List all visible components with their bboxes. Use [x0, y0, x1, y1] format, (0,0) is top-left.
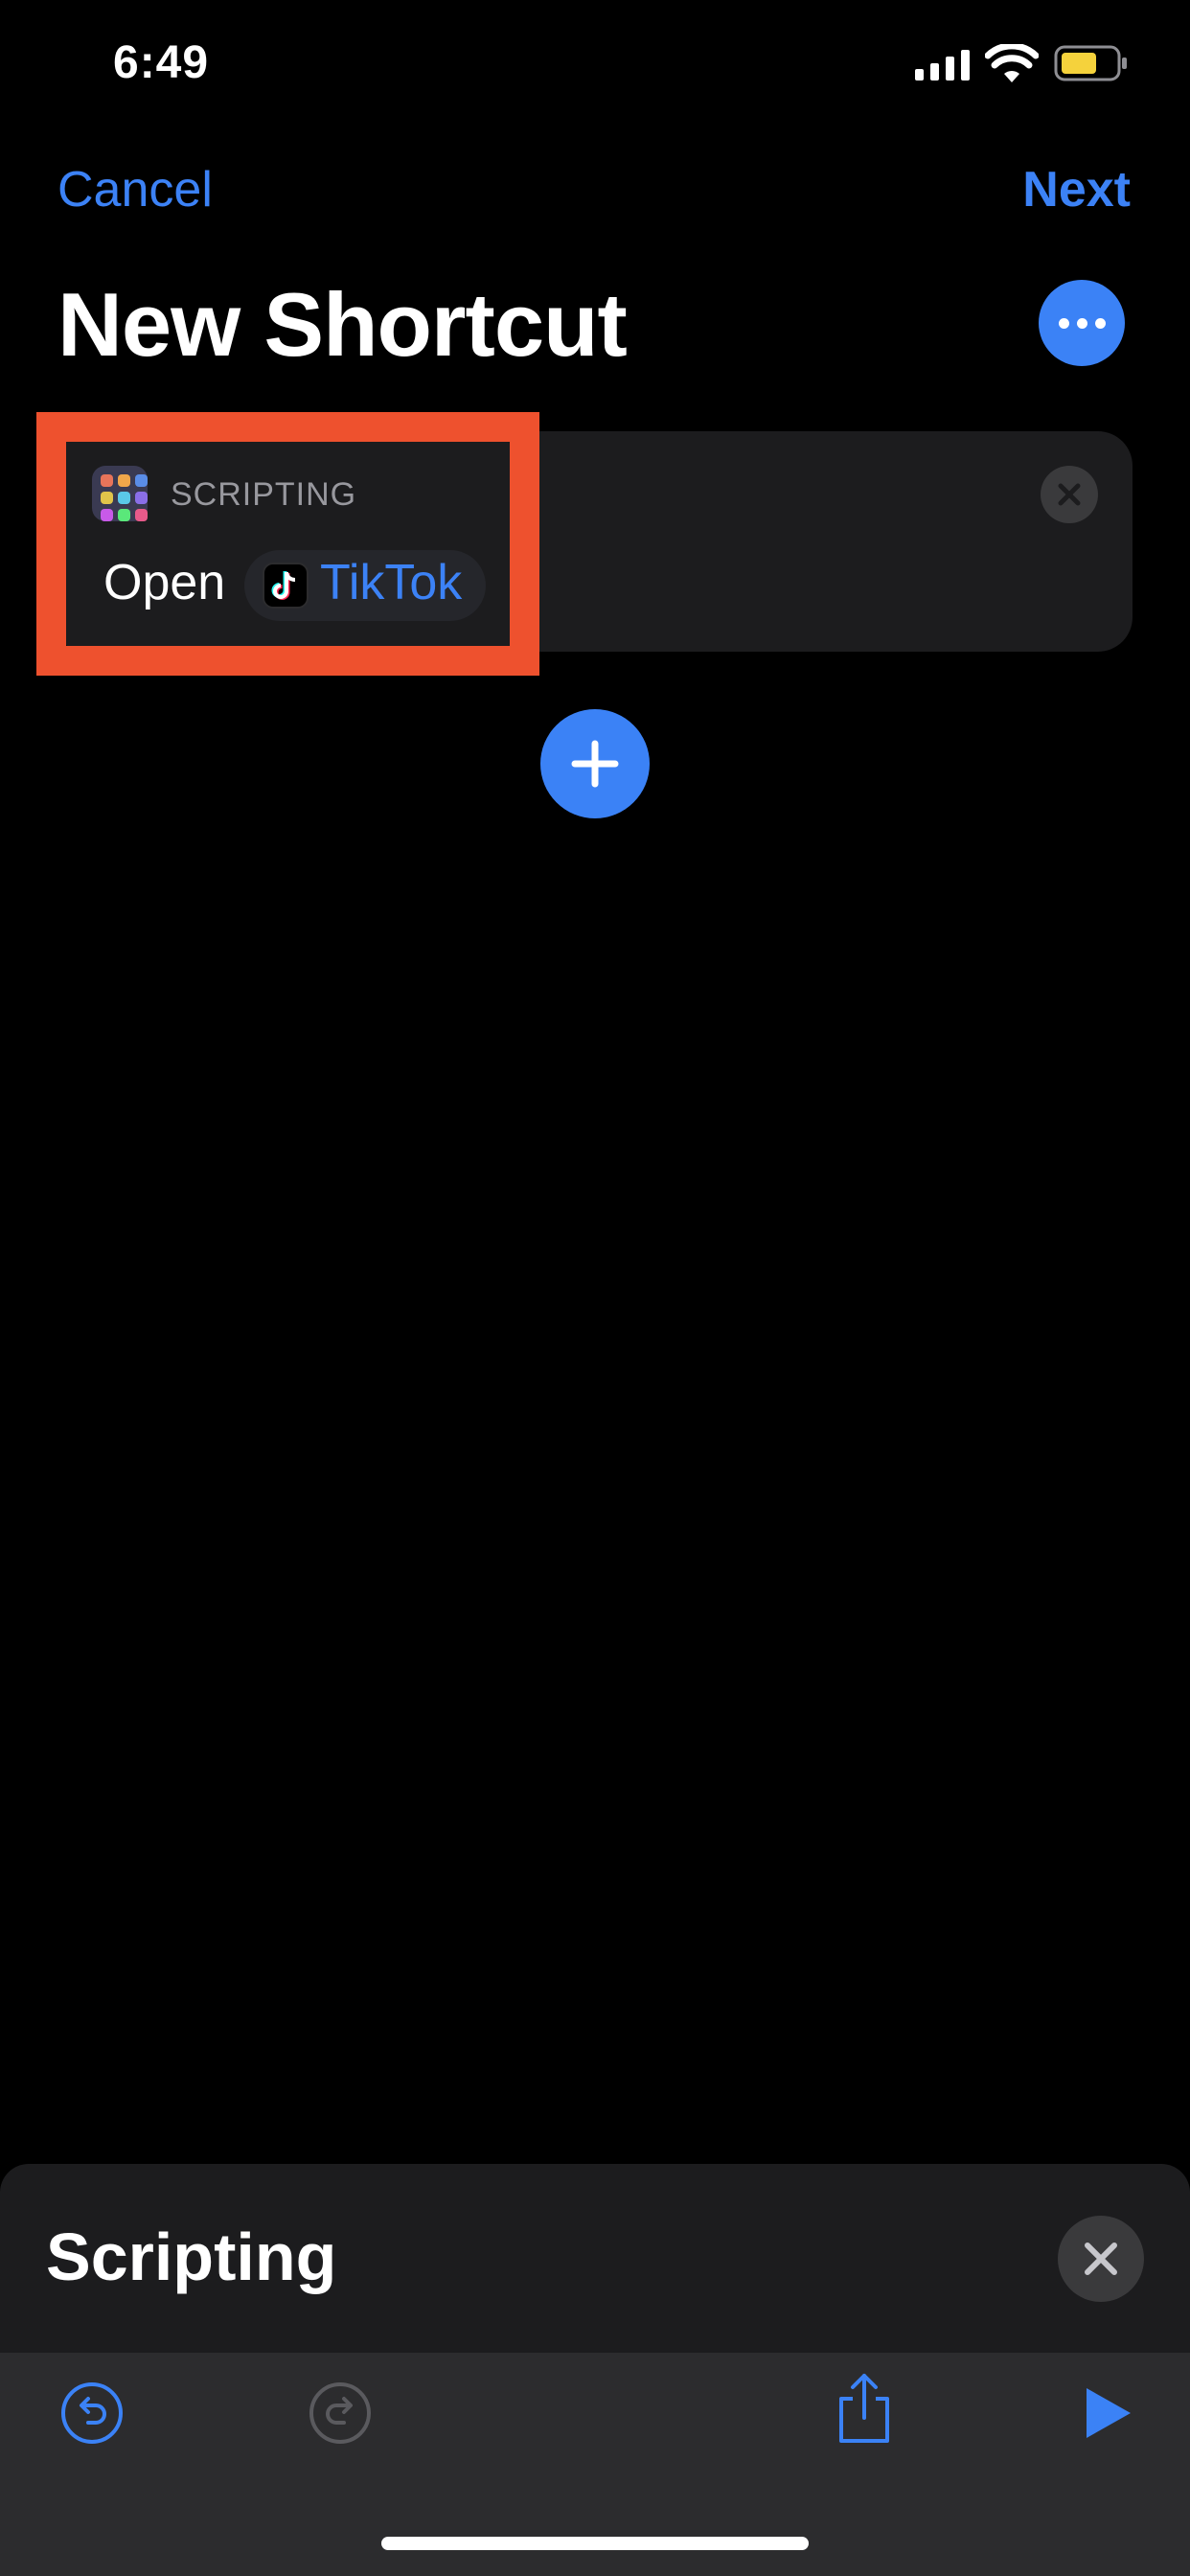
share-icon	[839, 2374, 889, 2443]
cancel-button[interactable]: Cancel	[57, 161, 213, 218]
battery-icon	[1054, 45, 1127, 81]
share-button[interactable]	[831, 2374, 898, 2443]
plus-icon	[571, 740, 619, 788]
sheet-title: Scripting	[46, 2220, 337, 2294]
redo-icon	[309, 2382, 371, 2444]
close-icon	[1058, 483, 1081, 506]
ellipsis-icon	[1058, 317, 1069, 329]
status-time: 6:49	[113, 37, 210, 88]
undo-button[interactable]	[58, 2380, 126, 2447]
highlight-box	[36, 412, 539, 676]
page-title: New Shortcut	[57, 274, 628, 375]
close-icon	[1085, 2242, 1117, 2275]
more-options-button[interactable]	[1039, 280, 1125, 366]
sheet-close-button[interactable]	[1058, 2216, 1144, 2302]
next-button[interactable]: Next	[1022, 161, 1131, 218]
undo-icon	[61, 2382, 123, 2444]
add-action-button[interactable]	[540, 709, 650, 818]
home-indicator[interactable]	[381, 2537, 809, 2550]
redo-button[interactable]	[307, 2380, 374, 2447]
remove-action-button[interactable]	[1041, 466, 1098, 523]
cellular-signal-icon	[915, 50, 970, 80]
run-button[interactable]	[1074, 2380, 1141, 2447]
wifi-icon	[985, 44, 1039, 82]
play-icon	[1087, 2388, 1131, 2438]
